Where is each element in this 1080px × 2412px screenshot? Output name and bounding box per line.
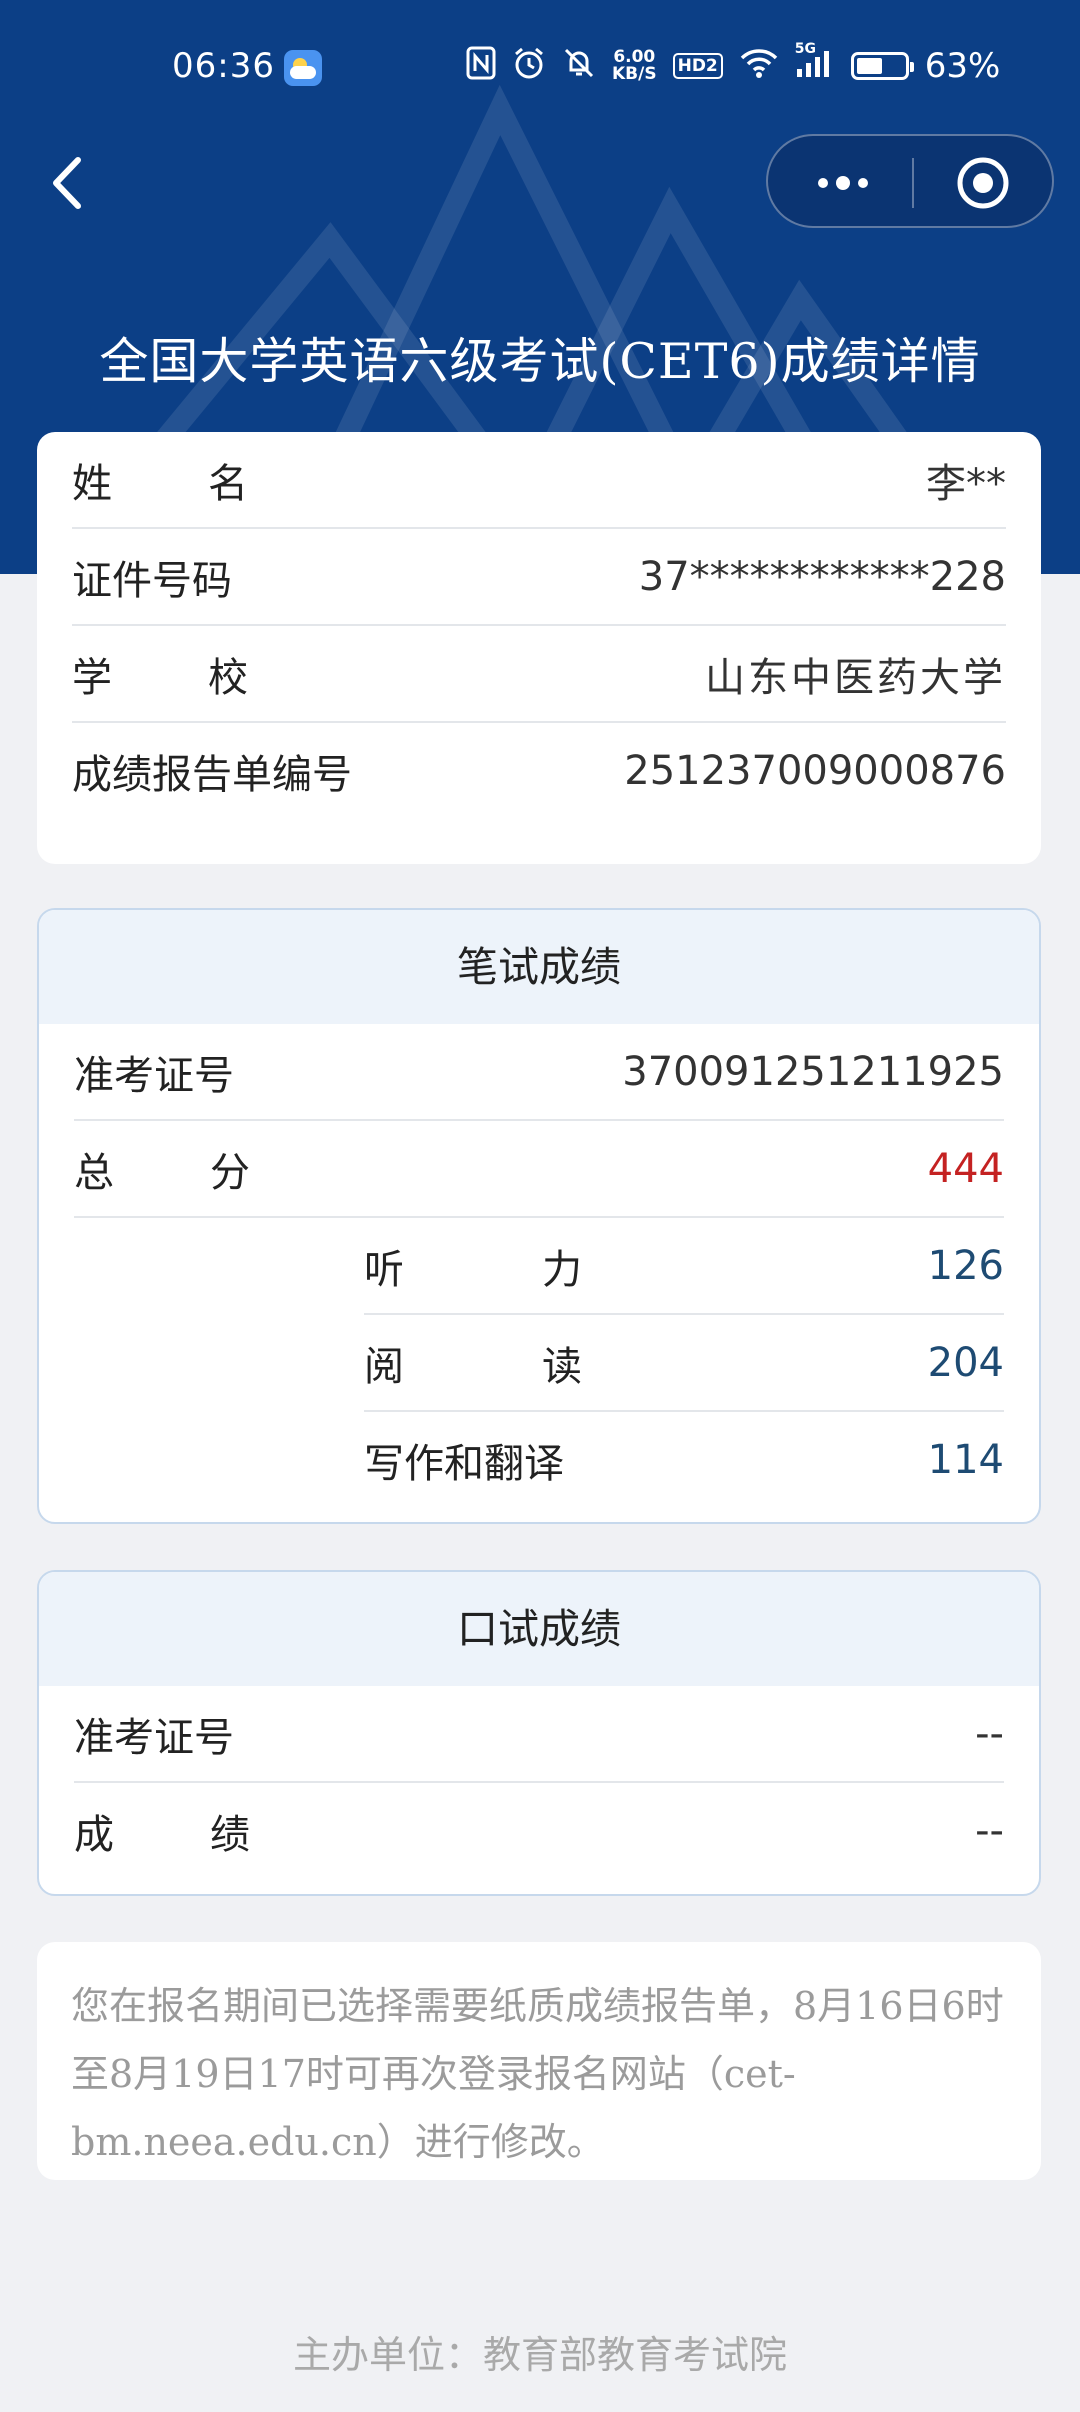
status-time: 06:36 bbox=[172, 46, 275, 86]
total-score-row: 总分 444 bbox=[74, 1121, 1004, 1218]
info-row-school: 学校 山东中医药大学 bbox=[72, 626, 1006, 723]
section-row-listening: 听力 126 bbox=[364, 1218, 1004, 1315]
personal-info-card: 姓名 李** 证件号码 37************228 学校 山东中医药大学… bbox=[37, 432, 1041, 864]
net-speed-unit: KB/S bbox=[612, 64, 657, 84]
ticket-value: -- bbox=[975, 1710, 1004, 1757]
status-bar: 06:36 6.00 KB/S HD2 5G 63% bbox=[0, 0, 1080, 138]
cell-signal-icon: 5G bbox=[795, 41, 835, 86]
info-label: 成绩报告单编号 bbox=[72, 751, 352, 798]
written-exam-body: 准考证号 370091251211925 总分 444 听力 126 阅读 20… bbox=[39, 1024, 1039, 1507]
written-ticket-row: 准考证号 370091251211925 bbox=[74, 1024, 1004, 1121]
battery-icon bbox=[850, 52, 914, 80]
paper-report-notice: 您在报名期间已选择需要纸质成绩报告单，8月16日6时至8月19日17时可再次登录… bbox=[37, 1942, 1041, 2180]
section-row-reading: 阅读 204 bbox=[364, 1315, 1004, 1412]
hd-badge: HD2 bbox=[672, 53, 723, 79]
target-circle-icon bbox=[957, 157, 1009, 209]
page-title: 全国大学英语六级考试(CET6)成绩详情 bbox=[99, 333, 981, 390]
ticket-label: 准考证号 bbox=[74, 1714, 234, 1761]
section-label: 听力 bbox=[364, 1246, 720, 1293]
mini-program-capsule bbox=[766, 134, 1054, 228]
section-label: 阅读 bbox=[364, 1343, 720, 1390]
alarm-icon bbox=[512, 46, 546, 87]
net-speed: 6.00 KB/S bbox=[612, 49, 657, 83]
info-value: 37************228 bbox=[638, 553, 1006, 600]
status-icons: 6.00 KB/S HD2 5G 63% bbox=[466, 41, 1001, 88]
section-label: 写作和翻译 bbox=[364, 1440, 564, 1487]
total-score-value: 444 bbox=[927, 1145, 1004, 1192]
more-button[interactable] bbox=[808, 158, 878, 208]
section-scores: 听力 126 阅读 204 写作和翻译 114 bbox=[364, 1218, 1004, 1507]
signal-label: 5G bbox=[794, 40, 816, 57]
battery-fill bbox=[856, 58, 882, 74]
info-row-report-number: 成绩报告单编号 251237009000876 bbox=[72, 723, 1006, 818]
close-button[interactable] bbox=[954, 154, 1012, 212]
written-exam-title: 笔试成绩 bbox=[39, 910, 1039, 1024]
nfc-icon bbox=[466, 46, 496, 87]
battery-text: 63% bbox=[924, 46, 1001, 86]
info-label: 证件号码 bbox=[72, 557, 232, 604]
section-score: 114 bbox=[927, 1436, 1004, 1483]
total-label: 总分 bbox=[74, 1149, 346, 1196]
info-value: 山东中医药大学 bbox=[705, 654, 1006, 701]
section-row-writing-translation: 写作和翻译 114 bbox=[364, 1412, 1004, 1507]
section-score: 126 bbox=[927, 1242, 1004, 1289]
capsule-divider bbox=[912, 158, 914, 208]
score-value: -- bbox=[975, 1807, 1004, 1854]
ticket-value: 370091251211925 bbox=[622, 1048, 1004, 1095]
oral-ticket-row: 准考证号 -- bbox=[74, 1686, 1004, 1783]
score-label: 成绩 bbox=[74, 1811, 346, 1858]
wifi-icon bbox=[739, 47, 779, 86]
weather-icon bbox=[284, 50, 322, 86]
organizer-footer: 主办单位：教育部教育考试院 bbox=[292, 2333, 787, 2377]
oral-exam-body: 准考证号 -- 成绩 -- bbox=[39, 1686, 1039, 1878]
back-button[interactable] bbox=[40, 148, 100, 218]
oral-score-row: 成绩 -- bbox=[74, 1783, 1004, 1878]
info-row-name: 姓名 李** bbox=[72, 432, 1006, 529]
oral-exam-card: 口试成绩 准考证号 -- 成绩 -- bbox=[37, 1570, 1041, 1896]
oral-exam-title: 口试成绩 bbox=[39, 1572, 1039, 1686]
mute-icon bbox=[562, 46, 596, 87]
info-label: 学校 bbox=[72, 654, 344, 701]
section-score: 204 bbox=[927, 1339, 1004, 1386]
info-value: 251237009000876 bbox=[624, 747, 1006, 794]
info-value: 李** bbox=[926, 460, 1006, 507]
written-exam-card: 笔试成绩 准考证号 370091251211925 总分 444 听力 126 … bbox=[37, 908, 1041, 1524]
chevron-left-icon bbox=[53, 157, 81, 209]
more-dots-icon bbox=[818, 176, 868, 190]
info-row-id-number: 证件号码 37************228 bbox=[72, 529, 1006, 626]
ticket-label: 准考证号 bbox=[74, 1052, 234, 1099]
info-label: 姓名 bbox=[72, 460, 344, 507]
